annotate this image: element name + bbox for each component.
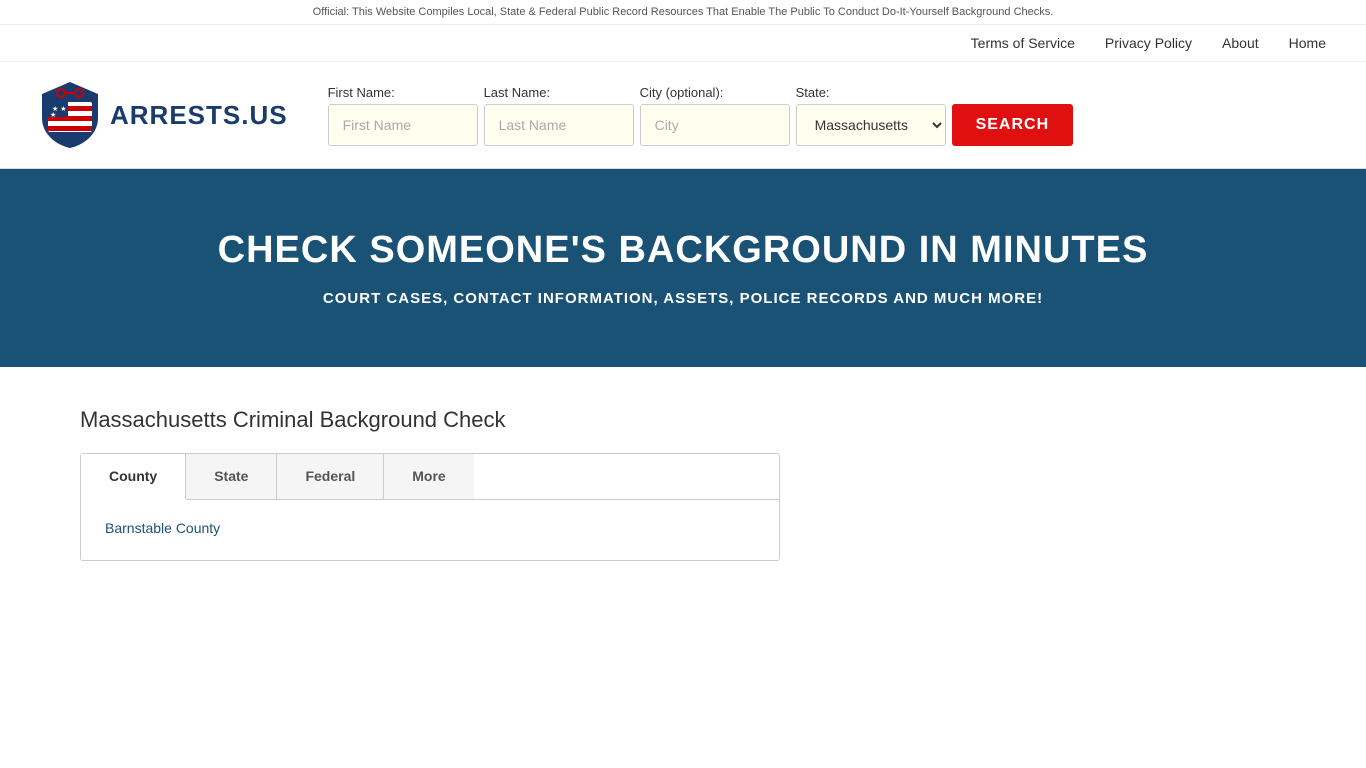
banner-text: Official: This Website Compiles Local, S…: [313, 6, 1054, 18]
hero-heading: CHECK SOMEONE'S BACKGROUND IN MINUTES: [40, 229, 1326, 272]
nav-about[interactable]: About: [1222, 35, 1259, 51]
tabs-container: County State Federal More Barnstable Cou…: [80, 453, 780, 561]
hero-section: CHECK SOMEONE'S BACKGROUND IN MINUTES CO…: [0, 169, 1366, 367]
main-content: Massachusetts Criminal Background Check …: [0, 367, 1366, 601]
search-area: First Name: Last Name: City (optional): …: [328, 85, 1326, 146]
first-name-label: First Name:: [328, 85, 478, 100]
city-field: City (optional):: [640, 85, 790, 146]
svg-text:★: ★: [50, 111, 56, 119]
tab-content-county: Barnstable County: [81, 500, 779, 560]
tabs-header: County State Federal More: [81, 454, 779, 500]
top-banner: Official: This Website Compiles Local, S…: [0, 0, 1366, 25]
header: ★ ★ ★ ARRESTS.US First Name: Last Name: …: [0, 62, 1366, 169]
logo-area: ★ ★ ★ ARRESTS.US: [40, 80, 288, 150]
tab-federal[interactable]: Federal: [277, 454, 384, 499]
state-label: State:: [796, 85, 946, 100]
hero-subheading: COURT CASES, CONTACT INFORMATION, ASSETS…: [40, 290, 1326, 307]
logo-text: ARRESTS.US: [110, 100, 288, 131]
nav-privacy[interactable]: Privacy Policy: [1105, 35, 1192, 51]
nav-bar: Terms of Service Privacy Policy About Ho…: [0, 25, 1366, 62]
first-name-input[interactable]: [328, 104, 478, 146]
search-button[interactable]: SEARCH: [952, 104, 1074, 146]
nav-terms[interactable]: Terms of Service: [971, 35, 1075, 51]
section-title: Massachusetts Criminal Background Check: [80, 407, 1286, 433]
logo-icon: ★ ★ ★: [40, 80, 100, 150]
county-link-barnstable[interactable]: Barnstable County: [105, 520, 220, 536]
last-name-input[interactable]: [484, 104, 634, 146]
last-name-label: Last Name:: [484, 85, 634, 100]
last-name-field: Last Name:: [484, 85, 634, 146]
state-select[interactable]: Select State Alabama Alaska Arizona Arka…: [796, 104, 946, 146]
city-input[interactable]: [640, 104, 790, 146]
nav-home[interactable]: Home: [1289, 35, 1326, 51]
tab-more[interactable]: More: [384, 454, 473, 499]
tab-county[interactable]: County: [81, 454, 186, 500]
state-field: State: Select State Alabama Alaska Arizo…: [796, 85, 946, 146]
tab-state[interactable]: State: [186, 454, 277, 499]
city-label: City (optional):: [640, 85, 790, 100]
first-name-field: First Name:: [328, 85, 478, 146]
